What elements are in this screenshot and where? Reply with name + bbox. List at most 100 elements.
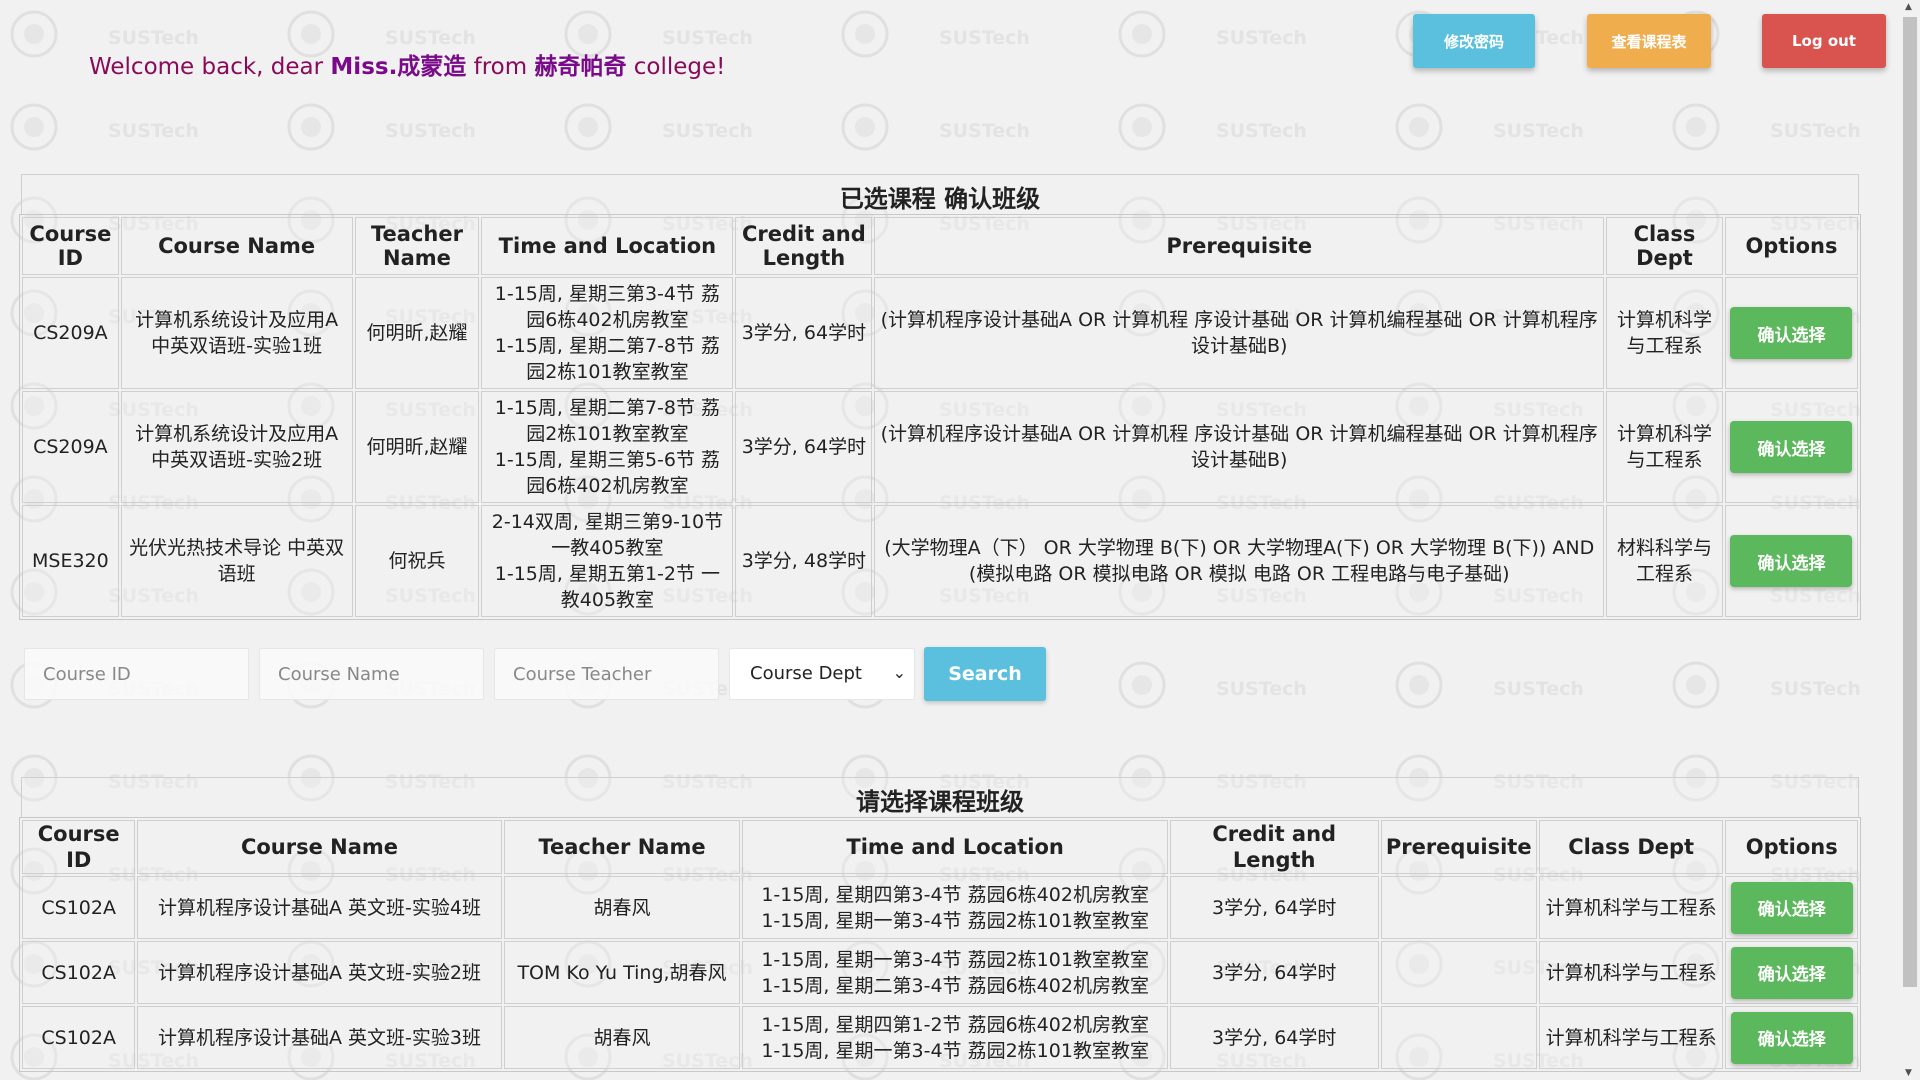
course-id-cell: CS209A: [22, 277, 119, 389]
header-teacher-name: Teacher Name: [503, 820, 741, 874]
chevron-down-icon: ⌄: [892, 663, 906, 682]
time-slot: 1-15周, 星期一第3-4节 荔园2栋101教室教室: [761, 948, 1149, 971]
table-row: CS102A 计算机程序设计基础A 英文班-实验3班 胡春风 1-15周, 星期…: [22, 1006, 1858, 1069]
time-location-cell: 2-14双周, 星期三第9-10节 一教405教室 1-15周, 星期五第1-2节…: [481, 505, 734, 617]
course-id-cell: CS102A: [22, 876, 136, 939]
credit-cell: 3学分, 64学时: [1169, 1006, 1379, 1069]
prerequisite-cell: [1380, 876, 1537, 939]
course-name-cell: 计算机程序设计基础A 英文班-实验4班: [137, 876, 502, 939]
credit-cell: 3学分, 48学时: [735, 505, 873, 617]
time-slot: 1-15周, 星期二第7-8节 荔园2栋101教室教室: [494, 335, 721, 383]
credit-cell: 3学分, 64学时: [735, 391, 873, 503]
confirm-select-button[interactable]: 确认选择: [1730, 421, 1853, 473]
course-teacher-input[interactable]: [494, 648, 719, 700]
header-class-dept: Class Dept: [1606, 217, 1723, 275]
welcome-from: from: [466, 54, 535, 80]
selected-courses-table: 已选课程 确认班级 Course ID Course Name Teacher …: [19, 174, 1861, 620]
time-slot: 1-15周, 星期二第7-8节 荔园2栋101教室教室: [494, 397, 721, 445]
teacher-cell: 何明昕,赵耀: [354, 277, 480, 389]
search-button[interactable]: Search: [924, 647, 1046, 701]
credit-cell: 3学分, 64学时: [735, 277, 873, 389]
header-course-id: Course ID: [22, 217, 119, 275]
confirm-select-button[interactable]: 确认选择: [1730, 1011, 1853, 1064]
confirm-select-button[interactable]: 确认选择: [1730, 307, 1853, 359]
table-row: CS209A 计算机系统设计及应用A 中英双语班-实验1班 何明昕,赵耀 1-1…: [22, 277, 1858, 389]
dept-cell: 计算机科学与工程系: [1538, 1006, 1724, 1069]
header-credit-length: Credit and Length: [735, 217, 873, 275]
course-name-input[interactable]: [259, 648, 484, 700]
available-courses-header-row: Course ID Course Name Teacher Name Time …: [22, 820, 1858, 874]
scrollbar-thumb[interactable]: [1903, 17, 1917, 987]
change-password-button[interactable]: 修改密码: [1413, 14, 1535, 68]
course-dept-select[interactable]: Course Dept ⌄: [729, 648, 915, 700]
options-cell: 确认选择: [1725, 941, 1858, 1004]
selected-courses-title: 已选课程 确认班级: [21, 174, 1859, 214]
course-id-cell: CS102A: [22, 1006, 136, 1069]
teacher-cell: 胡春风: [503, 1006, 741, 1069]
header-time-location: Time and Location: [481, 217, 734, 275]
course-name-cell: 计算机系统设计及应用A 中英双语班-实验2班: [120, 391, 353, 503]
header-teacher-name: Teacher Name: [354, 217, 480, 275]
confirm-select-button[interactable]: 确认选择: [1730, 881, 1853, 934]
dept-cell: 计算机科学与工程系: [1538, 876, 1724, 939]
course-name-cell: 计算机系统设计及应用A 中英双语班-实验1班: [120, 277, 353, 389]
confirm-select-button[interactable]: 确认选择: [1730, 946, 1853, 999]
teacher-cell: 何明昕,赵耀: [354, 391, 480, 503]
course-id-input[interactable]: [24, 648, 249, 700]
teacher-cell: 何祝兵: [354, 505, 480, 617]
time-slot: 1-15周, 星期四第3-4节 荔园6栋402机房教室: [761, 883, 1149, 906]
page: SUSTech Welcome back, dear Miss.成蒙造 from…: [0, 0, 1900, 1080]
dept-cell: 计算机科学与工程系: [1606, 277, 1723, 389]
prerequisite-cell: [1380, 1006, 1537, 1069]
header-course-name: Course Name: [120, 217, 353, 275]
dept-cell: 材料科学与工程系: [1606, 505, 1723, 617]
course-id-cell: CS209A: [22, 391, 119, 503]
time-slot: 2-14双周, 星期三第9-10节 一教405教室: [491, 511, 724, 559]
header-options: Options: [1724, 217, 1858, 275]
options-cell: 确认选择: [1725, 876, 1858, 939]
scroll-down-arrow-icon[interactable]: ▼: [1905, 1068, 1912, 1078]
time-slot: 1-15周, 星期五第1-2节 一教405教室: [494, 563, 721, 611]
header-options: Options: [1725, 820, 1858, 874]
options-cell: 确认选择: [1725, 1006, 1858, 1069]
header-prerequisite: Prerequisite: [874, 217, 1605, 275]
available-courses-title: 请选择课程班级: [21, 777, 1859, 817]
teacher-cell: 胡春风: [503, 876, 741, 939]
dept-cell: 计算机科学与工程系: [1606, 391, 1723, 503]
header-time-location: Time and Location: [742, 820, 1168, 874]
options-cell: 确认选择: [1724, 505, 1858, 617]
time-location-cell: 1-15周, 星期一第3-4节 荔园2栋101教室教室 1-15周, 星期二第3-…: [742, 941, 1168, 1004]
credit-cell: 3学分, 64学时: [1169, 941, 1379, 1004]
time-location-cell: 1-15周, 星期二第7-8节 荔园2栋101教室教室 1-15周, 星期三第5-…: [481, 391, 734, 503]
course-name-cell: 计算机程序设计基础A 英文班-实验2班: [137, 941, 502, 1004]
options-cell: 确认选择: [1724, 391, 1858, 503]
time-location-cell: 1-15周, 星期三第3-4节 荔园6栋402机房教室 1-15周, 星期二第7-…: [481, 277, 734, 389]
selected-courses-header-row: Course ID Course Name Teacher Name Time …: [22, 217, 1858, 275]
time-slot: 1-15周, 星期二第3-4节 荔园6栋402机房教室: [761, 974, 1149, 997]
table-row: CS209A 计算机系统设计及应用A 中英双语班-实验2班 何明昕,赵耀 1-1…: [22, 391, 1858, 503]
confirm-select-button[interactable]: 确认选择: [1730, 535, 1853, 587]
view-schedule-button[interactable]: 查看课程表: [1587, 14, 1711, 68]
welcome-message: Welcome back, dear Miss.成蒙造 from 赫奇帕奇 co…: [89, 47, 725, 81]
welcome-prefix: Welcome back, dear: [89, 54, 331, 80]
course-id-cell: CS102A: [22, 941, 136, 1004]
user-name: Miss.成蒙造: [330, 54, 467, 80]
course-id-cell: MSE320: [22, 505, 119, 617]
vertical-scrollbar[interactable]: ▲ ▼: [1900, 0, 1920, 1080]
course-name-cell: 光伏光热技术导论 中英双语班: [120, 505, 353, 617]
credit-cell: 3学分, 64学时: [1169, 876, 1379, 939]
time-slot: 1-15周, 星期一第3-4节 荔园2栋101教室教室: [761, 1039, 1149, 1062]
course-name-cell: 计算机程序设计基础A 英文班-实验3班: [137, 1006, 502, 1069]
time-location-cell: 1-15周, 星期四第1-2节 荔园6栋402机房教室 1-15周, 星期一第3-…: [742, 1006, 1168, 1069]
dept-cell: 计算机科学与工程系: [1538, 941, 1724, 1004]
time-slot: 1-15周, 星期四第1-2节 荔园6栋402机房教室: [761, 1013, 1149, 1036]
header-prerequisite: Prerequisite: [1380, 820, 1537, 874]
header-course-name: Course Name: [137, 820, 502, 874]
time-slot: 1-15周, 星期三第5-6节 荔园6栋402机房教室: [494, 449, 721, 497]
table-row: CS102A 计算机程序设计基础A 英文班-实验2班 TOM Ko Yu Tin…: [22, 941, 1858, 1004]
time-location-cell: 1-15周, 星期四第3-4节 荔园6栋402机房教室 1-15周, 星期一第3-…: [742, 876, 1168, 939]
logout-button[interactable]: Log out: [1762, 14, 1886, 68]
scroll-up-arrow-icon[interactable]: ▲: [1905, 2, 1912, 12]
course-dept-selected: Course Dept: [750, 663, 862, 684]
table-row: CS102A 计算机程序设计基础A 英文班-实验4班 胡春风 1-15周, 星期…: [22, 876, 1858, 939]
